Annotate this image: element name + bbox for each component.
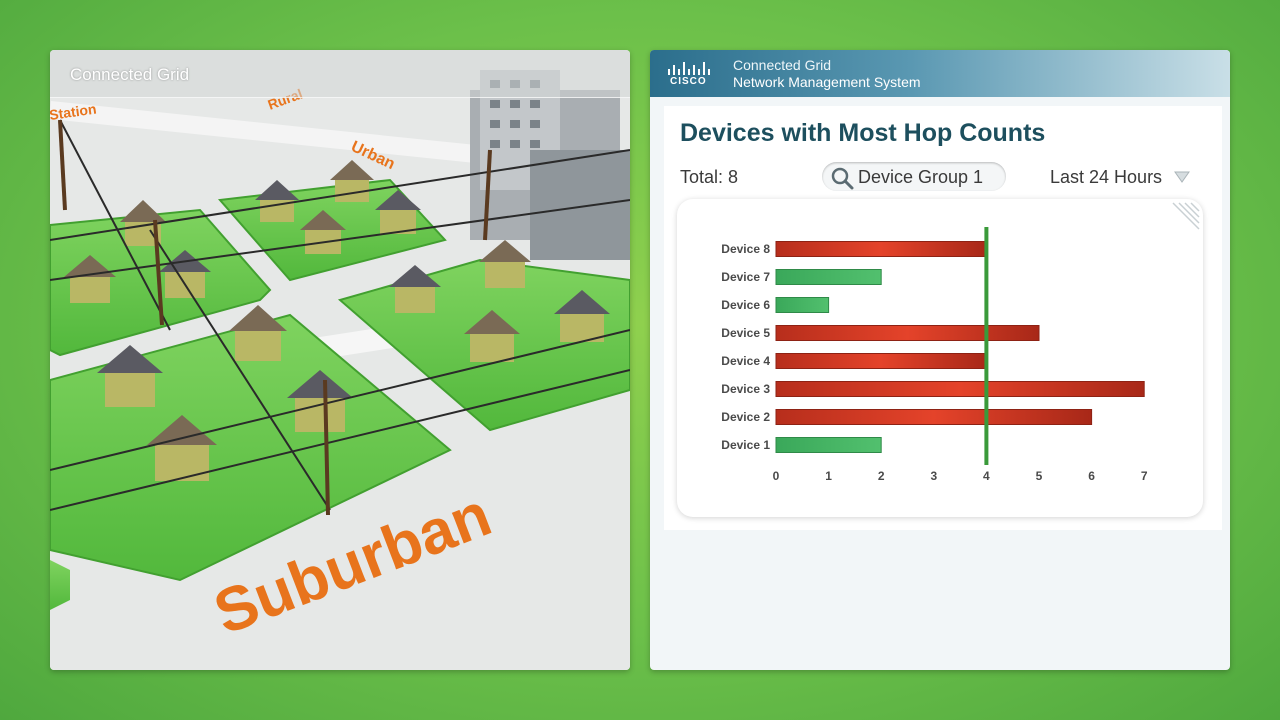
category-label: Device 8 (721, 242, 770, 256)
device-group-label: Device Group 1 (858, 167, 984, 187)
search-icon (831, 167, 854, 190)
bar-device-6[interactable] (775, 297, 830, 313)
x-tick-label: 6 (1088, 469, 1095, 483)
category-label: Device 4 (721, 354, 770, 368)
bar-device-7[interactable] (775, 269, 882, 285)
total-count: Total: 8 (680, 167, 739, 187)
corner-grip (1172, 202, 1200, 230)
x-tick-label: 4 (983, 469, 990, 483)
time-range-label: Last 24 Hours (1050, 167, 1163, 187)
x-tick-label: 5 (1036, 469, 1043, 483)
nms-panel: CISCO Connected Grid Network Management … (650, 50, 1230, 670)
x-tick-label: 2 (878, 469, 885, 483)
hop-count-bar-chart: Device 8 Device 7 Device 6 Device 5 Device 4… (721, 202, 1200, 483)
bar-device-8[interactable] (775, 241, 987, 257)
scene-panel: Station Rural Urban Suburban Connected G… (50, 50, 630, 670)
device-group-search[interactable]: Device Group 1 (822, 162, 1006, 191)
x-tick-label: 0 (773, 469, 780, 483)
chart-card: Device 8 Device 7 Device 6 Device 5 Device 4… (677, 199, 1203, 517)
scene-title: Connected Grid (70, 65, 190, 84)
bar-device-4[interactable] (775, 353, 987, 369)
category-label: Device 6 (721, 298, 770, 312)
category-label: Device 5 (721, 326, 770, 340)
dashboard-content: Devices with Most Hop Counts Total: 8 De… (664, 106, 1222, 530)
scene-header: Connected Grid (50, 50, 630, 98)
app-name-line1: Connected Grid (733, 57, 832, 73)
bar-device-3[interactable] (775, 381, 1145, 397)
category-label: Device 1 (721, 438, 770, 452)
x-tick-label: 3 (930, 469, 937, 483)
bar-device-2[interactable] (775, 409, 1093, 425)
app-name-line2: Network Management System (733, 74, 921, 90)
x-tick-label: 7 (1141, 469, 1148, 483)
category-label: Device 7 (721, 270, 770, 284)
category-label: Device 2 (721, 410, 770, 424)
bar-device-1[interactable] (775, 437, 882, 453)
category-label: Device 3 (721, 382, 770, 396)
suburban-scene-illustration: Station Rural Urban Suburban (50, 50, 630, 670)
bar-device-5[interactable] (775, 325, 1040, 341)
cisco-brand: CISCO (670, 76, 707, 87)
chevron-down-icon (1174, 171, 1190, 183)
time-range-select[interactable]: Last 24 Hours (1050, 167, 1190, 188)
app-header: CISCO Connected Grid Network Management … (650, 50, 1230, 97)
x-tick-label: 1 (825, 469, 832, 483)
chart-title: Devices with Most Hop Counts (680, 119, 1046, 147)
